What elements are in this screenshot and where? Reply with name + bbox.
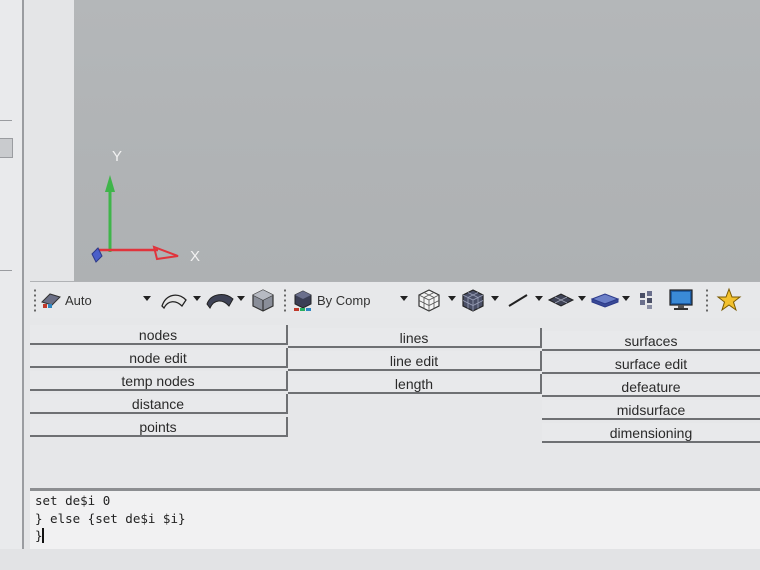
element-grid-button[interactable] [636, 282, 658, 318]
menu-surfaces[interactable]: surfaces [542, 331, 760, 351]
menu-line-edit[interactable]: line edit [288, 351, 542, 371]
wireframe-cube-chevron-down-icon[interactable] [448, 296, 456, 301]
menu-dimensioning[interactable]: dimensioning [542, 423, 760, 443]
solid-cube-button[interactable] [250, 282, 276, 318]
monitor-icon [669, 289, 693, 310]
axis-triad: Y X [91, 148, 200, 265]
solid-cube-icon [252, 289, 274, 312]
menu-node-edit[interactable]: node edit [30, 348, 288, 368]
console-line: set de$i 0 [35, 493, 111, 508]
color-by-component-icon [294, 290, 312, 311]
wireframe-cube-icon [418, 289, 440, 312]
dark-surface-chevron-down-icon[interactable] [237, 296, 245, 301]
y-axis-label: Y [112, 148, 122, 165]
shaded-surface-icon [161, 294, 187, 310]
menu-lines[interactable]: lines [288, 328, 542, 348]
menu-surface-edit[interactable]: surface edit [542, 354, 760, 374]
menu-defeature[interactable]: defeature [542, 377, 760, 397]
line-icon [508, 294, 528, 307]
x-axis-label: X [190, 248, 200, 265]
menu-points[interactable]: points [30, 417, 288, 437]
menu-length[interactable]: length [288, 374, 542, 394]
display-mode-chevron-down-icon[interactable] [143, 296, 151, 301]
main-menu-panel: nodes node edit temp nodes distance poin… [30, 318, 760, 488]
dark-surface-icon [206, 294, 234, 309]
star-icon [716, 287, 742, 312]
menu-temp-nodes[interactable]: temp nodes [30, 371, 288, 391]
left-side-strip [0, 0, 24, 570]
x-axis-arrowhead [152, 245, 179, 261]
element-grid-icon [640, 291, 652, 309]
visualization-toolbar: Auto By Comp [30, 281, 760, 318]
display-mode-icon [41, 293, 61, 308]
color-mode-value: By Comp [317, 292, 371, 308]
shaded-cube-button[interactable] [460, 282, 486, 318]
console-line: } else {set de$i $i} [35, 511, 186, 526]
plate-button[interactable] [590, 282, 620, 318]
toolbar-separator [706, 288, 708, 312]
monitor-button[interactable] [668, 282, 694, 318]
bottom-bar [0, 549, 760, 570]
shaded-surface-chevron-down-icon[interactable] [193, 296, 201, 301]
display-mode-value: Auto [65, 292, 92, 308]
plane-mesh-chevron-down-icon[interactable] [578, 296, 586, 301]
shaded-surface-button[interactable] [160, 282, 188, 318]
dark-surface-button[interactable] [205, 282, 235, 318]
menu-nodes[interactable]: nodes [30, 325, 288, 345]
toolbar-grip[interactable] [34, 288, 36, 312]
graphics-viewport[interactable]: Y X [74, 0, 760, 281]
menu-midsurface[interactable]: midsurface [542, 400, 760, 420]
plane-mesh-icon [547, 293, 575, 307]
toolbar-separator [284, 288, 286, 312]
menu-distance[interactable]: distance [30, 394, 288, 414]
plate-chevron-down-icon[interactable] [622, 296, 630, 301]
y-axis-arrowhead [105, 175, 115, 192]
strip-divider [0, 270, 12, 271]
command-console[interactable]: set de$i 0 } else {set de$i $i} } [30, 491, 760, 550]
strip-tab[interactable] [0, 138, 13, 158]
plane-mesh-button[interactable] [547, 282, 575, 318]
display-mode-dropdown[interactable]: Auto [40, 282, 92, 318]
favorites-button[interactable] [716, 282, 742, 318]
shaded-cube-chevron-down-icon[interactable] [491, 296, 499, 301]
shaded-cube-icon [462, 289, 484, 312]
line-button[interactable] [505, 282, 531, 318]
color-mode-chevron-down-icon[interactable] [400, 296, 408, 301]
strip-divider [0, 120, 12, 121]
wireframe-cube-button[interactable] [416, 282, 442, 318]
console-cursor [42, 528, 44, 543]
color-mode-dropdown[interactable]: By Comp [292, 282, 370, 318]
plate-icon [590, 293, 620, 308]
line-chevron-down-icon[interactable] [535, 296, 543, 301]
